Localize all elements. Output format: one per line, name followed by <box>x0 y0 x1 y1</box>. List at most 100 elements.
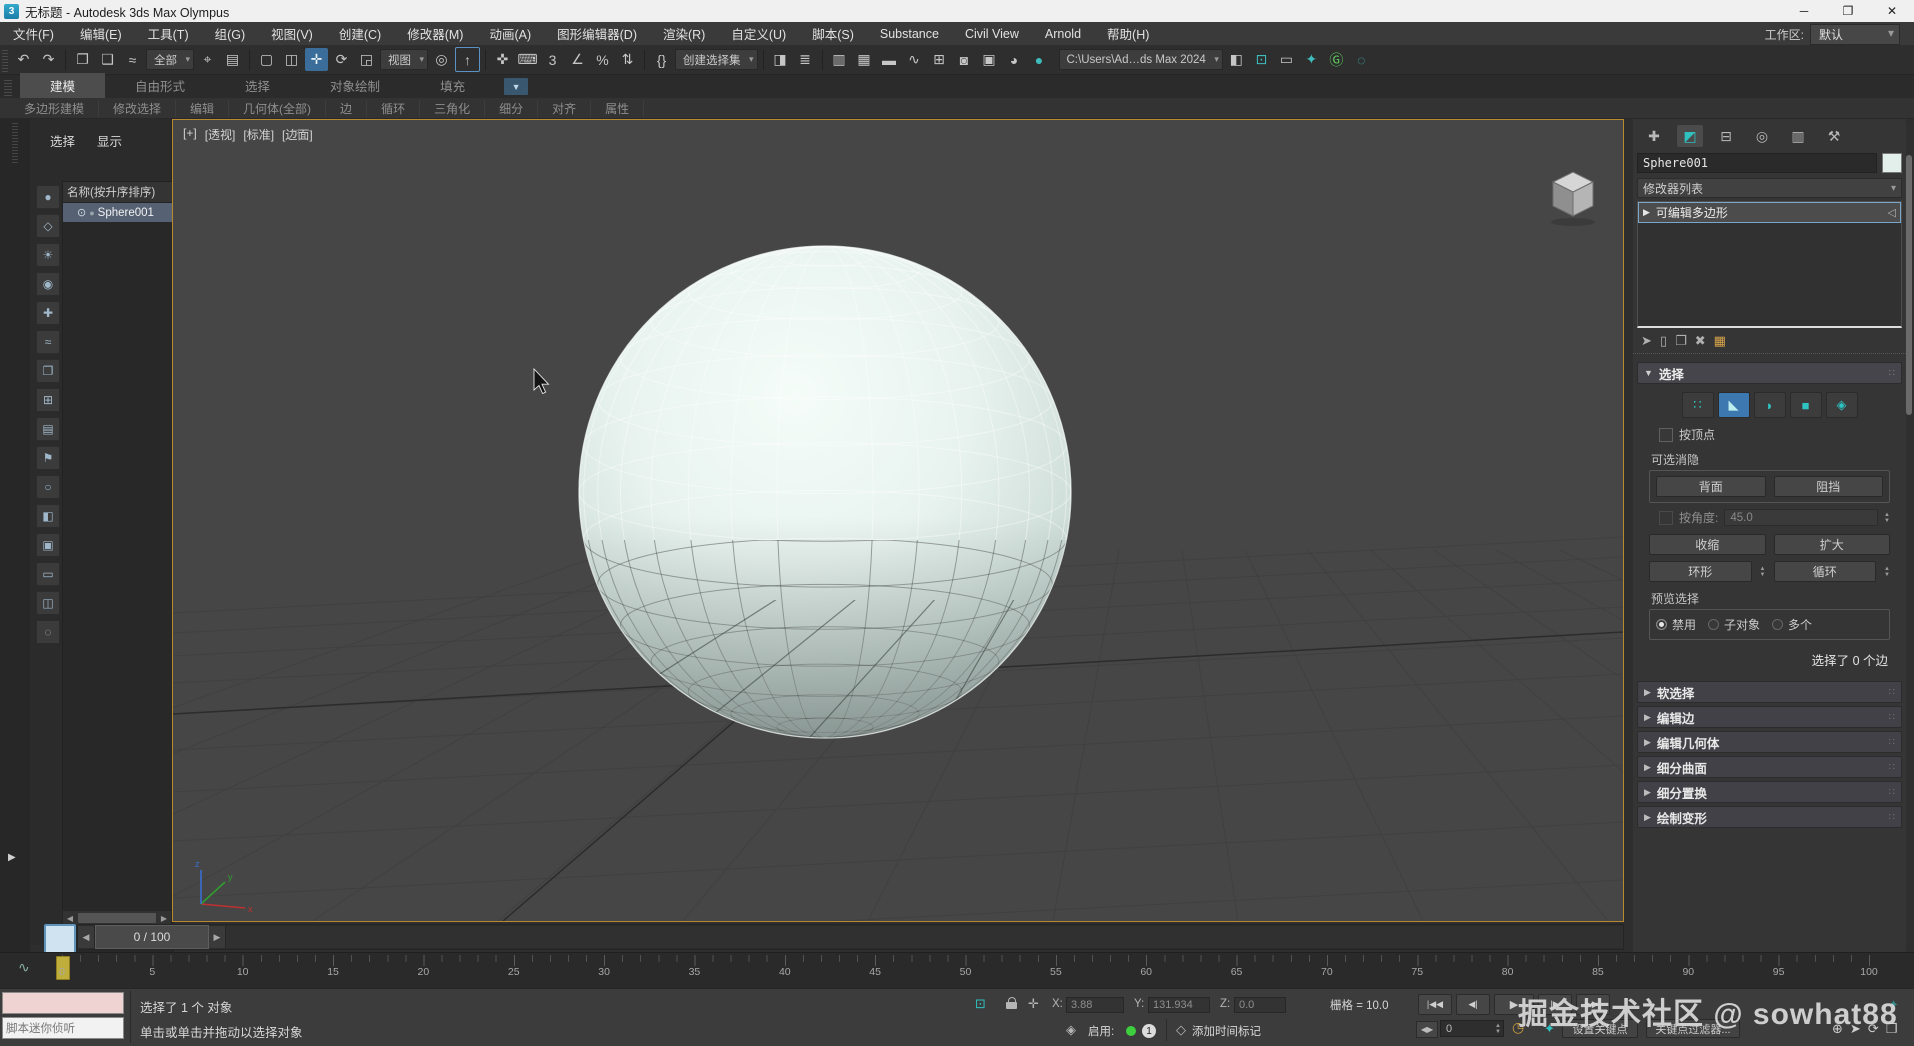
expand-arrow-icon[interactable]: ▶ <box>1643 207 1650 218</box>
rollout-header[interactable]: ▶软选择∷ <box>1637 681 1902 703</box>
undo-icon[interactable]: ↶ <box>12 48 35 71</box>
viewport-layout-icon[interactable]: ▭ <box>1275 48 1298 71</box>
select-by-name-icon[interactable]: ▤ <box>221 48 244 71</box>
ribbon-panel-caption[interactable]: 修改选择 <box>99 100 176 117</box>
display-groups-filter-icon[interactable]: ❐ <box>36 359 60 383</box>
select-and-scale-icon[interactable]: ◲ <box>355 48 378 71</box>
object-name-field[interactable]: Sphere001 <box>1637 153 1877 173</box>
ribbon-tab[interactable]: 填充 <box>410 73 495 98</box>
menu-item[interactable]: 组(G) <box>202 24 259 43</box>
keyboard-shortcut-override-icon[interactable]: ⌨ <box>516 48 539 71</box>
viewport-filter-icon[interactable]: ▽ <box>291 127 299 140</box>
menu-item[interactable]: 修改器(M) <box>394 24 476 43</box>
scroll-left-icon[interactable]: ◀ <box>63 912 77 924</box>
menu-item[interactable]: 图形编辑器(D) <box>544 24 650 43</box>
project-folder-dropdown[interactable]: C:\Users\Ad…ds Max 2024 <box>1059 49 1223 70</box>
select-and-manipulate-icon[interactable]: ✜ <box>491 48 514 71</box>
display-spacewarps-filter-icon[interactable]: ≈ <box>36 330 60 354</box>
edit-named-selection-sets-icon[interactable]: {} <box>650 48 673 71</box>
explorer-settings-icon[interactable]: ◌ <box>36 620 60 644</box>
display-lights-filter-icon[interactable]: ☀ <box>36 243 60 267</box>
ribbon-panel-caption[interactable]: 属性 <box>591 100 644 117</box>
previous-key-icon[interactable]: ◀ <box>78 926 95 948</box>
display-shapes-filter-icon[interactable]: ◇ <box>36 214 60 238</box>
selection-filter-dropdown[interactable]: 全部 <box>146 49 194 70</box>
panel-expand-arrow-icon[interactable]: ▶ <box>8 852 16 863</box>
preview-radio[interactable]: 多个 <box>1772 616 1812 633</box>
menu-item[interactable]: 创建(C) <box>326 24 394 43</box>
command-panel-scrollbar[interactable] <box>1906 125 1912 945</box>
display-tab[interactable]: ▥ <box>1785 125 1811 147</box>
polygon-subobject-icon[interactable]: ■ <box>1790 392 1822 418</box>
toolbar-separator[interactable] <box>485 50 486 70</box>
radio-icon[interactable] <box>1708 619 1719 630</box>
display-materials-filter-icon[interactable]: ▣ <box>36 533 60 557</box>
open-recent-icon[interactable]: ⊡ <box>1250 48 1273 71</box>
menu-item[interactable]: Substance <box>867 27 952 41</box>
ribbon-panel-caption[interactable]: 多边形建模 <box>10 100 99 117</box>
select-and-move-icon[interactable]: ✛ <box>305 48 328 71</box>
ribbon-tab[interactable]: 选择 <box>215 73 300 98</box>
explorer-name-column-header[interactable]: 名称(按升序排序) <box>63 182 173 203</box>
shield-icon[interactable]: ◈ <box>1066 1022 1076 1038</box>
display-frozen-filter-icon[interactable]: ◧ <box>36 504 60 528</box>
perspective-viewport[interactable]: [+][透视][标准][边面] ▽ x y z <box>172 119 1624 922</box>
percent-snap-icon[interactable]: % <box>591 48 614 71</box>
preview-radio[interactable]: 子对象 <box>1708 616 1760 633</box>
minimize-icon[interactable]: ─ <box>1782 0 1826 22</box>
ribbon-drag-handle[interactable] <box>4 78 12 96</box>
scroll-right-icon[interactable]: ▶ <box>157 912 171 924</box>
explorer-tab[interactable]: 选择 <box>50 131 75 150</box>
time-slider-track[interactable] <box>226 926 1623 948</box>
radio-icon[interactable] <box>1772 619 1783 630</box>
close-icon[interactable]: ✕ <box>1870 0 1914 22</box>
loop-spinner-icon[interactable]: ▲▼ <box>1884 566 1890 578</box>
unlink-selection-icon[interactable]: ❑ <box>96 48 119 71</box>
checkbox-icon[interactable] <box>1659 428 1673 442</box>
display-hidden-filter-icon[interactable]: ○ <box>36 475 60 499</box>
spinner-snap-icon[interactable]: ⇅ <box>616 48 639 71</box>
create-tab[interactable]: ✚ <box>1641 125 1667 147</box>
previous-frame-button[interactable]: ◀| <box>1456 994 1490 1015</box>
menu-item[interactable]: Civil View <box>952 27 1032 41</box>
element-subobject-icon[interactable]: ◈ <box>1826 392 1858 418</box>
rollout-header[interactable]: ▶细分置换∷ <box>1637 781 1902 803</box>
hierarchy-tab[interactable]: ⊟ <box>1713 125 1739 147</box>
workspace-icon[interactable]: ✦ <box>1300 48 1323 71</box>
menu-item[interactable]: 帮助(H) <box>1094 24 1162 43</box>
toolbar-drag-handle[interactable] <box>2 48 8 72</box>
select-object-icon[interactable]: ⌖ <box>196 48 219 71</box>
ribbon-panel-caption[interactable]: 循环 <box>367 100 420 117</box>
display-helpers-filter-icon[interactable]: ✚ <box>36 301 60 325</box>
curve-editor-icon[interactable]: ∿ <box>903 48 926 71</box>
pin-stack-icon[interactable]: ➤ <box>1641 333 1652 349</box>
rendered-frame-window-icon[interactable]: ◕ <box>1003 48 1026 71</box>
track-bar[interactable]: ∿ 05101520253035404550556065707580859095… <box>0 952 1914 988</box>
display-containers-filter-icon[interactable]: ▤ <box>36 417 60 441</box>
ribbon-toggle-icon[interactable]: ▬ <box>878 48 901 71</box>
workspace-dropdown[interactable]: 默认 <box>1810 24 1900 45</box>
visibility-eye-icon[interactable]: ⊙ <box>77 206 86 219</box>
ribbon-tab[interactable]: 对象绘制 <box>300 73 410 98</box>
named-selection-sets-dropdown[interactable]: 创建选择集 <box>675 49 758 70</box>
current-frame-field[interactable]: 0▲▼ <box>1440 1020 1504 1037</box>
menu-item[interactable]: 视图(V) <box>258 24 326 43</box>
y-coordinate-field[interactable]: 131.934 <box>1148 997 1210 1013</box>
render-setup-icon[interactable]: ▣ <box>978 48 1001 71</box>
frame-spinner-icon[interactable]: ▲▼ <box>1495 1023 1501 1035</box>
ribbon-tab[interactable]: 建模 <box>20 73 105 98</box>
pin-explorer-icon[interactable]: ◫ <box>36 591 60 615</box>
window-crossing-toggle-icon[interactable]: ◫ <box>280 48 303 71</box>
viewport-pov-menu[interactable]: [透视] <box>205 126 236 143</box>
menu-item[interactable]: 文件(F) <box>0 24 67 43</box>
by-angle-field[interactable]: 45.0 <box>1724 509 1878 526</box>
display-xrefs-filter-icon[interactable]: ⊞ <box>36 388 60 412</box>
menu-item[interactable]: Arnold <box>1032 27 1094 41</box>
rollout-header[interactable]: ▶编辑几何体∷ <box>1637 731 1902 753</box>
selection-lock-icon[interactable] <box>1006 997 1018 1010</box>
scroll-thumb[interactable] <box>78 913 156 923</box>
spinner-icon[interactable]: ▲▼ <box>1884 512 1890 524</box>
menu-item[interactable]: 自定义(U) <box>718 24 799 43</box>
next-key-icon[interactable]: ▶ <box>209 926 226 948</box>
bind-to-space-warp-icon[interactable]: ≈ <box>121 48 144 71</box>
